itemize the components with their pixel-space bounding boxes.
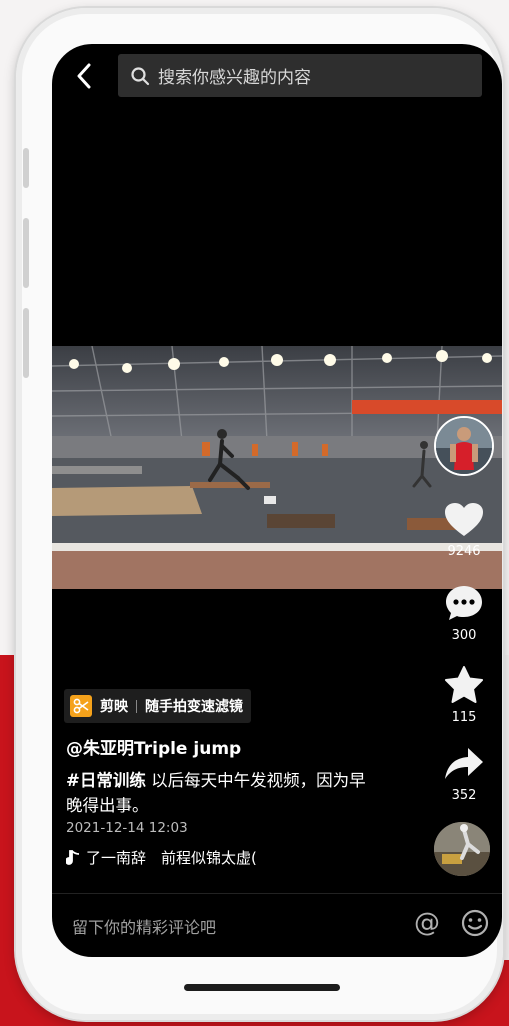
share-count: 352 (451, 788, 477, 803)
phone-frame: 搜索你感兴趣的内容 9246 300 115 352 剪映 随手拍变速滤镜 @朱… (16, 8, 503, 1020)
share-icon (445, 748, 483, 779)
music-title: 了一南辞 前程似锦太虚( (86, 849, 257, 867)
capcut-badge[interactable]: 剪映 随手拍变速滤镜 (64, 689, 251, 723)
capcut-brand: 剪映 (100, 699, 128, 715)
comment-bar: 留下你的精彩评论吧 @ (52, 893, 502, 957)
video-frame (52, 346, 502, 589)
search-icon (130, 66, 150, 86)
author-name[interactable]: @朱亚明Triple jump (66, 734, 241, 759)
comment-button[interactable]: 300 (442, 584, 486, 643)
share-button[interactable]: 352 (442, 746, 486, 803)
author-avatar[interactable] (434, 416, 494, 476)
search-placeholder: 搜索你感兴趣的内容 (158, 68, 311, 88)
like-count: 9246 (447, 544, 481, 559)
back-button[interactable] (72, 62, 96, 90)
capcut-action: 随手拍变速滤镜 (145, 699, 243, 715)
music-note-icon (66, 849, 80, 865)
at-icon[interactable]: @ (412, 908, 442, 938)
favorite-count: 115 (451, 710, 477, 725)
heart-icon (445, 503, 483, 536)
post-date: 2021-12-14 12:03 (66, 820, 188, 836)
scissors-icon (70, 695, 92, 717)
video-player[interactable] (52, 346, 502, 589)
post-description: #日常训练 以后每天中午发视频，因为早晚得出事。 (66, 768, 376, 818)
volume-down-button-hw (23, 308, 29, 378)
avatar-image (436, 418, 492, 474)
back-arrow-icon (77, 63, 91, 89)
mute-button-hw (23, 148, 29, 188)
music-disc[interactable] (434, 822, 490, 876)
comment-count: 300 (451, 628, 477, 643)
comment-icon (446, 586, 482, 620)
emoji-icon[interactable] (460, 908, 490, 938)
like-button[interactable]: 9246 (442, 502, 486, 559)
favorite-button[interactable]: 115 (442, 666, 486, 725)
search-bar[interactable]: 搜索你感兴趣的内容 (118, 54, 482, 97)
volume-up-button-hw (23, 218, 29, 288)
app-screen: 搜索你感兴趣的内容 9246 300 115 352 剪映 随手拍变速滤镜 @朱… (52, 44, 502, 957)
comment-input[interactable]: 留下你的精彩评论吧 (72, 914, 216, 938)
music-marquee[interactable]: 了一南辞 前程似锦太虚( (66, 847, 296, 868)
star-icon (445, 666, 483, 703)
music-cover-image (434, 822, 490, 876)
hashtag-link[interactable]: #日常训练 (66, 771, 146, 790)
home-indicator[interactable] (184, 984, 340, 991)
capcut-separator (136, 699, 137, 713)
